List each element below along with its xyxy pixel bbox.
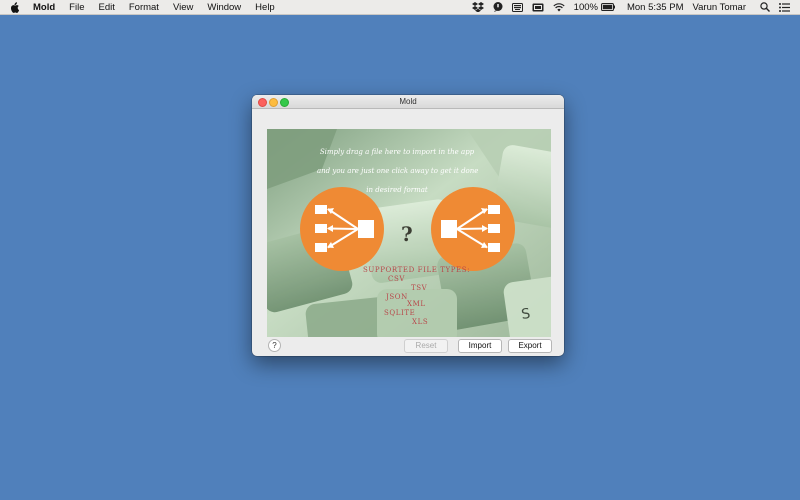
mold-window: Mold S Simply drag a file here to import… [252, 95, 564, 356]
file-type-xls: XLS [412, 318, 429, 326]
help-button[interactable]: ? [268, 339, 281, 352]
supported-types-label: SUPPORTED FILE TYPES: [363, 266, 471, 274]
menu-file[interactable]: File [69, 2, 84, 13]
menubar-user[interactable]: Varun Tomar [692, 2, 746, 13]
menubar-clock[interactable]: Mon 5:35 PM [627, 2, 684, 13]
battery-icon[interactable] [600, 3, 615, 11]
menu-edit[interactable]: Edit [98, 2, 114, 13]
dropbox-icon[interactable] [471, 2, 484, 12]
notification-center-icon[interactable] [779, 2, 790, 12]
wifi-icon[interactable] [553, 2, 565, 12]
menu-app-name[interactable]: Mold [33, 2, 55, 13]
caption-line: Simply drag a file here to import in the… [319, 148, 475, 156]
export-button[interactable]: Export [508, 339, 552, 353]
apple-logo-icon[interactable] [10, 0, 19, 14]
window-title: Mold [399, 97, 417, 106]
file-type-csv: CSV [388, 275, 406, 283]
file-type-xml: XML [407, 300, 426, 308]
import-button[interactable]: Import [458, 339, 502, 353]
import-network-icon [300, 187, 384, 271]
menu-view[interactable]: View [173, 2, 193, 13]
keyboard-icon[interactable] [511, 2, 523, 12]
menu-format[interactable]: Format [129, 2, 159, 13]
spotlight-search-icon[interactable] [760, 2, 770, 12]
question-mark-key: ? [401, 222, 413, 246]
caption-line: and you are just one click away to get i… [317, 167, 479, 175]
menu-help[interactable]: Help [255, 2, 275, 13]
display-icon[interactable] [532, 3, 544, 12]
file-type-sqlite: SQLITE [384, 309, 416, 317]
window-titlebar[interactable]: Mold [252, 95, 564, 109]
menu-window[interactable]: Window [207, 2, 241, 13]
chat-bubble-icon[interactable] [493, 2, 503, 12]
battery-percent[interactable]: 100% [574, 2, 598, 13]
file-type-json: JSON [386, 293, 408, 301]
file-drop-area[interactable]: S Simply drag a file here to import in t… [267, 129, 551, 337]
reset-button[interactable]: Reset [404, 339, 448, 353]
file-type-tsv: TSV [411, 284, 428, 292]
export-network-icon [431, 187, 515, 271]
menu-bar: Mold File Edit Format View Window Help 1… [0, 0, 800, 15]
